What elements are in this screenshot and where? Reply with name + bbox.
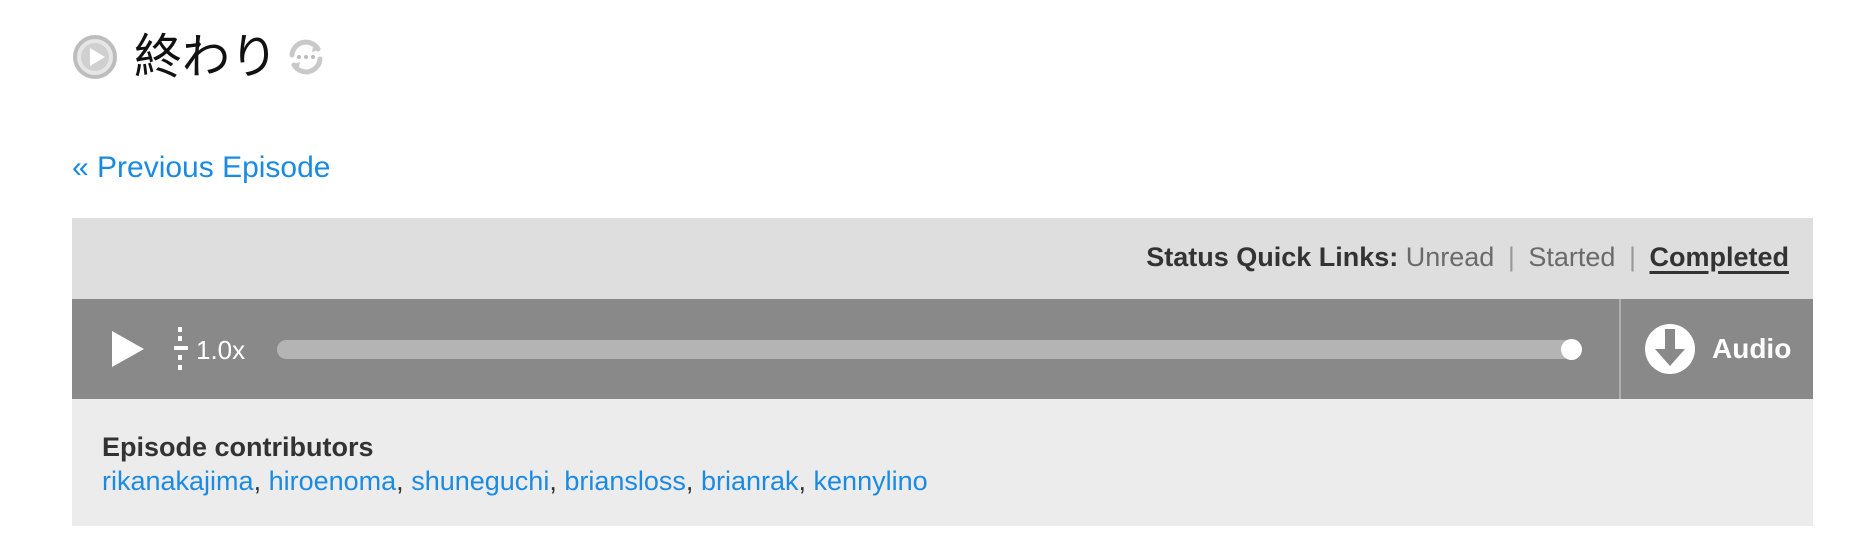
contributor-separator: , <box>396 466 404 496</box>
contributors-list: rikanakajima, hiroenoma, shuneguchi, bri… <box>102 464 928 498</box>
status-link-unread[interactable]: Unread <box>1406 242 1495 272</box>
contributor-link[interactable]: kennylino <box>814 466 928 496</box>
contributor-link[interactable]: rikanakajima <box>102 466 254 496</box>
audio-download-label: Audio <box>1712 333 1792 364</box>
status-quick-links-bar: Status Quick Links: Unread | Started | C… <box>72 218 1813 299</box>
status-separator: | <box>1628 242 1636 272</box>
progress-bar[interactable] <box>277 339 1582 360</box>
status-quick-links: Status Quick Links: Unread | Started | C… <box>1146 242 1789 273</box>
status-separator: | <box>1507 242 1515 272</box>
previous-episode-link[interactable]: « Previous Episode <box>72 151 331 185</box>
contributor-link[interactable]: shuneguchi <box>411 466 549 496</box>
speed-icon[interactable] <box>172 325 192 373</box>
contributor-link[interactable]: brianrak <box>701 466 799 496</box>
episode-title-row: 終わり <box>72 24 330 90</box>
progress-handle[interactable] <box>1560 339 1582 360</box>
player-divider <box>1619 299 1621 399</box>
play-circle-icon[interactable] <box>72 34 118 80</box>
download-icon <box>1645 324 1695 374</box>
contributors-heading: Episode contributors <box>102 432 374 462</box>
status-link-started[interactable]: Started <box>1528 242 1615 272</box>
contributor-separator: , <box>798 466 807 496</box>
contributor-separator: , <box>253 466 262 496</box>
play-icon[interactable] <box>108 329 148 369</box>
status-label: Status Quick Links: <box>1146 242 1399 272</box>
contributor-link[interactable]: briansloss <box>564 466 686 496</box>
audio-download-button[interactable]: Audio <box>1644 323 1791 375</box>
contributor-separator: , <box>549 466 557 496</box>
episode-contributors: Episode contributors rikanakajima, hiroe… <box>102 430 928 498</box>
sync-icon[interactable] <box>282 33 330 81</box>
episode-panel: Status Quick Links: Unread | Started | C… <box>72 218 1813 526</box>
contributor-separator: , <box>685 466 694 496</box>
audio-player: 1.0x Audio <box>72 299 1813 399</box>
page-title: 終わり <box>134 29 279 85</box>
progress-fill <box>277 340 1571 359</box>
playback-speed[interactable]: 1.0x <box>196 335 245 366</box>
contributor-link[interactable]: hiroenoma <box>269 466 397 496</box>
status-link-completed[interactable]: Completed <box>1649 242 1789 272</box>
